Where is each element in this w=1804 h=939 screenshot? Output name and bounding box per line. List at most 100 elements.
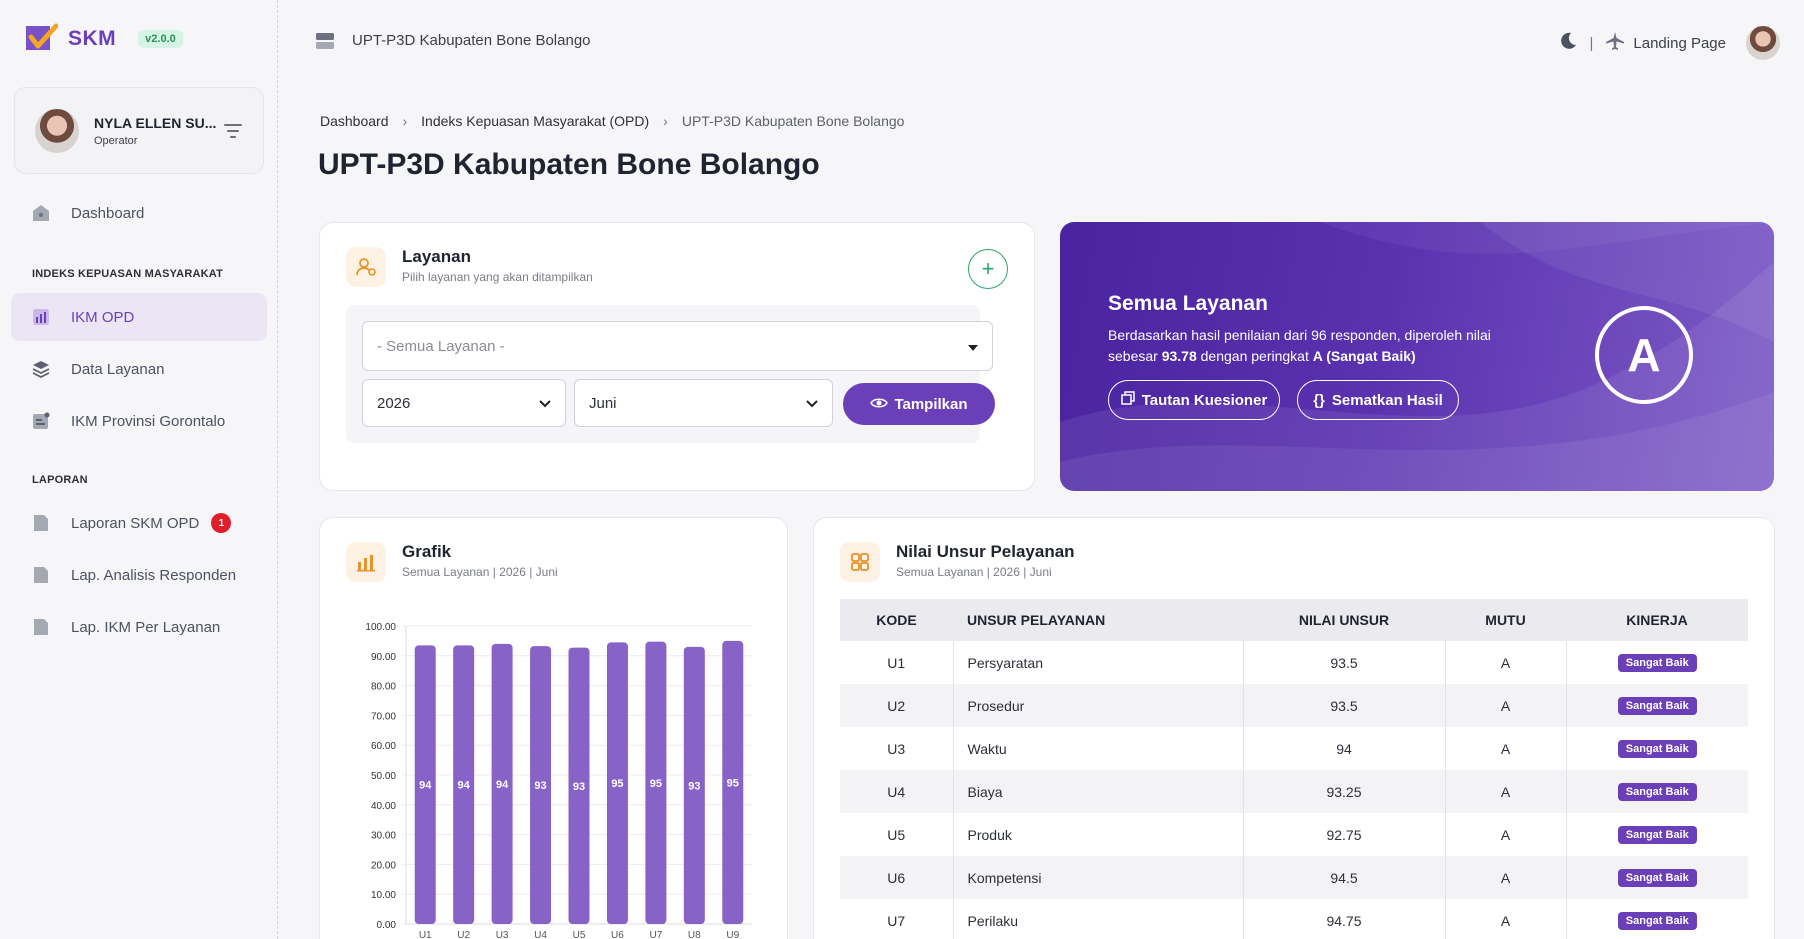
sidebar-item-dashboard[interactable]: Dashboard: [11, 189, 267, 237]
x-tick-label: U9: [726, 930, 739, 939]
table-header-row: KODE UNSUR PELAYANAN NILAI UNSUR MUTU KI…: [840, 599, 1748, 641]
hero-text-part: dengan peringkat: [1196, 348, 1313, 364]
sidebar-item-data-layanan[interactable]: Data Layanan: [11, 345, 267, 393]
y-tick-label: 70.00: [371, 711, 396, 722]
cell-nilai: 92.75: [1243, 813, 1446, 856]
data-label: 95: [727, 777, 739, 789]
chevron-right-icon: ›: [402, 113, 408, 129]
home-icon: [31, 203, 51, 223]
top-avatar[interactable]: [1746, 26, 1780, 60]
dark-mode-icon[interactable]: [1558, 31, 1578, 55]
year-select-value: 2026: [377, 394, 411, 412]
sidebar-item-ikm-provinsi[interactable]: IKM Provinsi Gorontalo: [11, 397, 267, 445]
col-mutu: MUTU: [1445, 599, 1566, 641]
breadcrumb-ikm-opd[interactable]: Indeks Kepuasan Masyarakat (OPD): [421, 113, 649, 129]
x-tick-label: U6: [611, 930, 624, 939]
col-unsur: UNSUR PELAYANAN: [953, 599, 1243, 641]
file-icon: [31, 565, 51, 585]
landing-page-label: Landing Page: [1633, 34, 1726, 52]
cell-nilai: 94.75: [1243, 899, 1446, 939]
sematkan-hasil-button[interactable]: {} Sematkan Hasil: [1297, 380, 1459, 420]
cell-unsur: Prosedur: [953, 684, 1244, 727]
cell-kinerja: Sangat Baik: [1566, 770, 1748, 813]
top-org-name: UPT-P3D Kabupaten Bone Bolango: [352, 32, 591, 49]
data-label: 94: [419, 780, 432, 792]
cell-unsur: Perilaku: [953, 899, 1244, 939]
col-kode: KODE: [840, 599, 953, 641]
add-layanan-button[interactable]: +: [968, 249, 1008, 289]
cell-mutu: A: [1445, 856, 1567, 899]
eye-icon: [870, 396, 889, 413]
user-card[interactable]: NYLA ELLEN SU... Operator: [14, 87, 264, 174]
sidebar-section-laporan: LAPORAN: [32, 474, 88, 486]
sidebar-section-ikm: INDEKS KEPUASAN MASYARAKAT: [32, 268, 223, 280]
y-tick-label: 30.00: [371, 831, 396, 842]
cell-nilai: 94.5: [1243, 856, 1446, 899]
kinerja-badge: Sangat Baik: [1617, 826, 1697, 844]
notification-badge: 1: [211, 513, 232, 533]
cell-kode: U5: [840, 813, 954, 856]
cell-kode: U4: [840, 770, 954, 813]
table-row: U1 Persyaratan 93.5 A Sangat Baik: [840, 641, 1748, 684]
kinerja-badge: Sangat Baik: [1617, 783, 1697, 801]
summary-hero: Semua Layanan Berdasarkan hasil penilaia…: [1060, 222, 1774, 491]
data-label: 93: [534, 780, 546, 792]
cell-mutu: A: [1445, 770, 1567, 813]
x-tick-label: U7: [649, 930, 662, 939]
cell-kinerja: Sangat Baik: [1566, 684, 1748, 727]
layanan-title: Layanan: [402, 247, 471, 266]
plus-icon: +: [981, 256, 995, 281]
topbar: UPT-P3D Kabupaten Bone Bolango | Landing…: [280, 0, 1804, 80]
cell-unsur: Produk: [953, 813, 1244, 856]
caret-down-icon: [968, 338, 978, 355]
table-row: U6 Kompetensi 94.5 A Sangat Baik: [840, 856, 1748, 899]
cell-unsur: Waktu: [953, 727, 1244, 770]
chart-icon: [31, 307, 51, 327]
year-select[interactable]: 2026: [362, 379, 566, 427]
y-tick-label: 0.00: [377, 920, 397, 931]
landing-page-link[interactable]: Landing Page: [1605, 31, 1726, 55]
service-select[interactable]: - Semua Layanan -: [362, 321, 993, 371]
cell-kode: U6: [840, 856, 954, 899]
layers-icon: [31, 359, 51, 379]
cell-nilai: 93.5: [1243, 684, 1446, 727]
sidebar-item-label: IKM OPD: [71, 308, 135, 326]
cell-kode: U1: [840, 641, 954, 684]
filter-box: - Semua Layanan - 2026 Juni Tampilkan: [346, 305, 995, 443]
data-label: 94: [496, 779, 509, 791]
building-icon: [316, 32, 334, 50]
cell-kinerja: Sangat Baik: [1566, 641, 1748, 684]
data-label: 93: [573, 781, 585, 793]
filter-icon[interactable]: [223, 123, 243, 138]
sidebar-item-ikm-per-layanan[interactable]: Lap. IKM Per Layanan: [11, 603, 267, 651]
table-row: U5 Produk 92.75 A Sangat Baik: [840, 813, 1748, 856]
hero-score: 93.78: [1161, 348, 1197, 364]
y-tick-label: 20.00: [371, 860, 396, 871]
x-tick-label: U4: [534, 930, 547, 939]
sidebar-item-analisis-responden[interactable]: Lap. Analisis Responden: [11, 551, 267, 599]
kinerja-badge: Sangat Baik: [1617, 912, 1697, 930]
cell-unsur: Kompetensi: [953, 856, 1244, 899]
sidebar-item-ikm-opd[interactable]: IKM OPD: [11, 293, 267, 341]
document-icon: [31, 411, 51, 431]
logo[interactable]: SKM v2.0.0: [24, 22, 183, 56]
cell-mutu: A: [1445, 727, 1567, 770]
nilai-title: Nilai Unsur Pelayanan: [896, 542, 1075, 561]
breadcrumb-dashboard[interactable]: Dashboard: [320, 113, 389, 129]
month-select[interactable]: Juni: [574, 379, 833, 427]
sidebar-item-laporan-skm[interactable]: Laporan SKM OPD 1: [11, 499, 267, 547]
y-tick-label: 40.00: [371, 801, 396, 812]
logo-text: SKM: [68, 27, 117, 50]
tampilkan-button[interactable]: Tampilkan: [843, 383, 995, 425]
grade-badge: A: [1595, 306, 1693, 404]
data-label: 95: [611, 778, 623, 790]
sidebar-item-label: Lap. Analisis Responden: [71, 566, 237, 584]
separator: |: [1589, 34, 1594, 52]
cell-kinerja: Sangat Baik: [1566, 813, 1748, 856]
layanan-subtitle: Pilih layanan yang akan ditampilkan: [402, 270, 593, 284]
chevron-down-icon: [806, 395, 818, 412]
tautan-kuesioner-button[interactable]: Tautan Kuesioner: [1108, 380, 1280, 420]
sidebar-item-label: Lap. IKM Per Layanan: [71, 618, 221, 636]
cell-mutu: A: [1445, 813, 1567, 856]
table-row: U7 Perilaku 94.75 A Sangat Baik: [840, 899, 1748, 939]
